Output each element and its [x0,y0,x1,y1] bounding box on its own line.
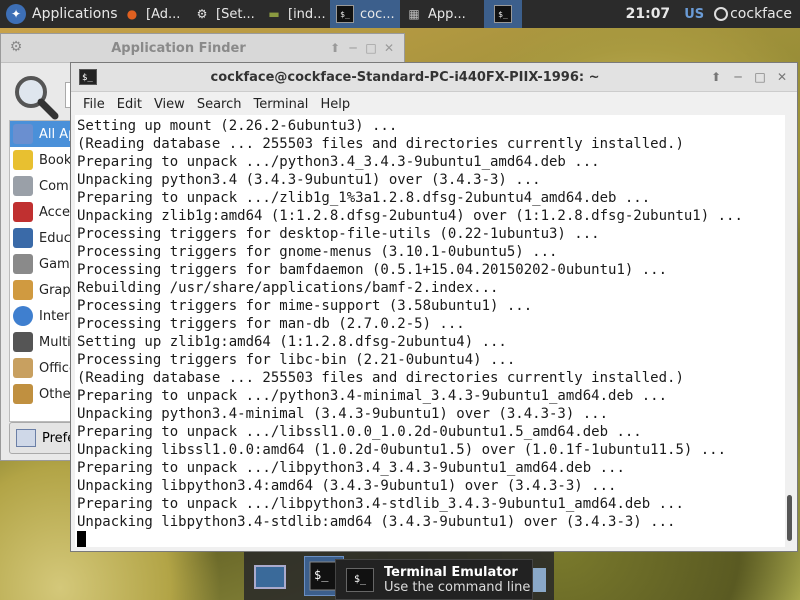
taskbar-item-firefox[interactable]: ● [Ad... [118,0,188,28]
terminal-line: Unpacking python3.4 (3.4.3-9ubuntu1) ove… [77,172,541,188]
menu-view[interactable]: View [148,97,191,112]
terminal-line: Processing triggers for libc-bin (2.21-0… [77,352,516,368]
star-icon [13,150,33,170]
maximize-icon[interactable]: □ [749,70,771,84]
terminal-icon: $_ [79,69,97,85]
terminal-line: Preparing to unpack .../libpython3.4-std… [77,496,684,512]
taskbar-item-app-finder[interactable]: ▦ App... [400,0,480,28]
menu-help[interactable]: Help [314,97,356,112]
terminal-line: Processing triggers for desktop-file-uti… [77,226,600,242]
menu-file[interactable]: File [77,97,111,112]
magnifier-icon [15,76,59,120]
terminal-line: Preparing to unpack .../zlib1g_1%3a1.2.8… [77,190,651,206]
taskbar-item-label: coc... [360,6,395,22]
xfce-mouse-icon: ✦ [6,4,26,24]
terminal-titlebar[interactable]: $_ cockface@cockface-Standard-PC-i440FX-… [71,63,797,92]
applications-menu-label: Applications [32,6,118,22]
terminal-line: Preparing to unpack .../libpython3.4_3.4… [77,460,625,476]
terminal-line: Unpacking libssl1.0.0:amd64 (1.0.2d-0ubu… [77,442,727,458]
terminal-line: Unpacking libpython3.4-stdlib:amd64 (3.4… [77,514,676,530]
minimize-icon[interactable]: ─ [344,41,362,55]
terminal-line: Unpacking zlib1g:amd64 (1:1.2.8.dfsg-2ub… [77,208,743,224]
minimize-icon[interactable]: ─ [727,70,749,84]
terminal-line: Setting up mount (2.26.2-6ubuntu3) ... [77,118,398,134]
terminal-cursor [77,531,86,547]
terminal-line: Processing triggers for gnome-menus (3.1… [77,244,558,260]
terminal-icon: $_ [346,567,374,592]
scrollbar-thumb[interactable] [787,495,792,541]
menu-edit[interactable]: Edit [111,97,148,112]
accessories-icon [13,202,33,222]
education-icon [13,228,33,248]
top-panel: ✦ Applications ● [Ad... ⚙ [Set... ▬ [ind… [0,0,800,28]
taskbar-item-label: [ind... [288,6,326,22]
globe-icon [13,306,33,326]
gears-icon [13,176,33,196]
taskbar-item-package[interactable]: ▬ [ind... [260,0,330,28]
user-menu[interactable]: cockface [728,6,800,22]
taskbar-item-label: App... [428,6,466,22]
app-finder-icon: ▦ [408,7,420,21]
terminal-line: Unpacking python3.4-minimal (3.4.3-9ubun… [77,406,609,422]
close-icon[interactable]: ✕ [771,70,793,84]
menu-terminal[interactable]: Terminal [247,97,314,112]
terminal-window: $_ cockface@cockface-Standard-PC-i440FX-… [70,62,798,552]
menu-search[interactable]: Search [191,97,248,112]
terminal-line: Rebuilding /usr/share/applications/bamf-… [77,280,499,296]
tooltip-subtitle: Use the command line [384,579,531,595]
window-title: cockface@cockface-Standard-PC-i440FX-PII… [210,69,600,85]
taskbar-item-terminal[interactable]: $_ coc... [330,0,400,28]
terminal-line: Processing triggers for bamfdaemon (0.5.… [77,262,668,278]
taskbar-item-label: [Set... [216,6,255,22]
terminal-icon: $_ [494,5,512,23]
multimedia-icon [13,332,33,352]
show-desktop-icon [254,565,286,589]
firefox-icon: ● [126,7,138,21]
terminal-output[interactable]: Setting up mount (2.26.2-6ubuntu3) ... (… [75,115,785,547]
terminal-launcher-button[interactable]: $_ [484,0,522,28]
clock[interactable]: 21:07 [618,6,679,22]
terminal-line: Processing triggers for mime-support (3.… [77,298,533,314]
close-icon[interactable]: ✕ [380,41,398,55]
package-icon: ▬ [268,7,280,21]
other-icon [13,384,33,404]
window-title: Application Finder [111,40,246,56]
office-icon [13,358,33,378]
svg-text:$_: $_ [314,568,329,582]
settings-icon: ⚙ [196,7,208,21]
dock-tooltip: $_ Terminal Emulator Use the command lin… [335,559,533,600]
terminal-line: Preparing to unpack .../libssl1.0.0_1.0.… [77,424,642,440]
user-icon [714,7,729,21]
dock-item-show-desktop[interactable] [250,556,290,596]
keyboard-layout-indicator[interactable]: US [678,7,710,22]
terminal-line: (Reading database ... 255503 files and d… [77,136,684,152]
terminal-line: (Reading database ... 255503 files and d… [77,370,684,386]
terminal-line: Unpacking libpython3.4:amd64 (3.4.3-9ubu… [77,478,617,494]
terminal-line: Setting up zlib1g:amd64 (1:1.2.8.dfsg-2u… [77,334,507,350]
maximize-icon[interactable]: □ [362,41,380,55]
taskbar-item-label: [Ad... [146,6,181,22]
application-finder-titlebar[interactable]: ⚙ Application Finder ⬆ ─ □ ✕ [1,34,404,63]
app-finder-icon: ⚙ [9,39,23,55]
terminal-scrollbar[interactable] [786,115,794,547]
tooltip-text: Terminal Emulator Use the command line [384,565,530,595]
window-menu-up-icon[interactable]: ⬆ [326,41,344,55]
all-applications-icon [13,124,33,144]
terminal-icon: $_ [336,5,354,23]
games-icon [13,254,33,274]
preferences-icon [16,429,36,447]
applications-menu-button[interactable]: ✦ Applications [0,0,118,28]
taskbar-item-settings[interactable]: ⚙ [Set... [188,0,260,28]
window-menu-up-icon[interactable]: ⬆ [705,70,727,84]
tooltip-title: Terminal Emulator [384,564,518,580]
terminal-line: Processing triggers for man-db (2.7.0.2-… [77,316,465,332]
graphics-icon [13,280,33,300]
terminal-prompt-line[interactable] [77,531,785,547]
terminal-line: Preparing to unpack .../python3.4-minima… [77,388,668,404]
terminal-line: Preparing to unpack .../python3.4_3.4.3-… [77,154,600,170]
terminal-menubar: File Edit View Search Terminal Help [71,92,797,116]
